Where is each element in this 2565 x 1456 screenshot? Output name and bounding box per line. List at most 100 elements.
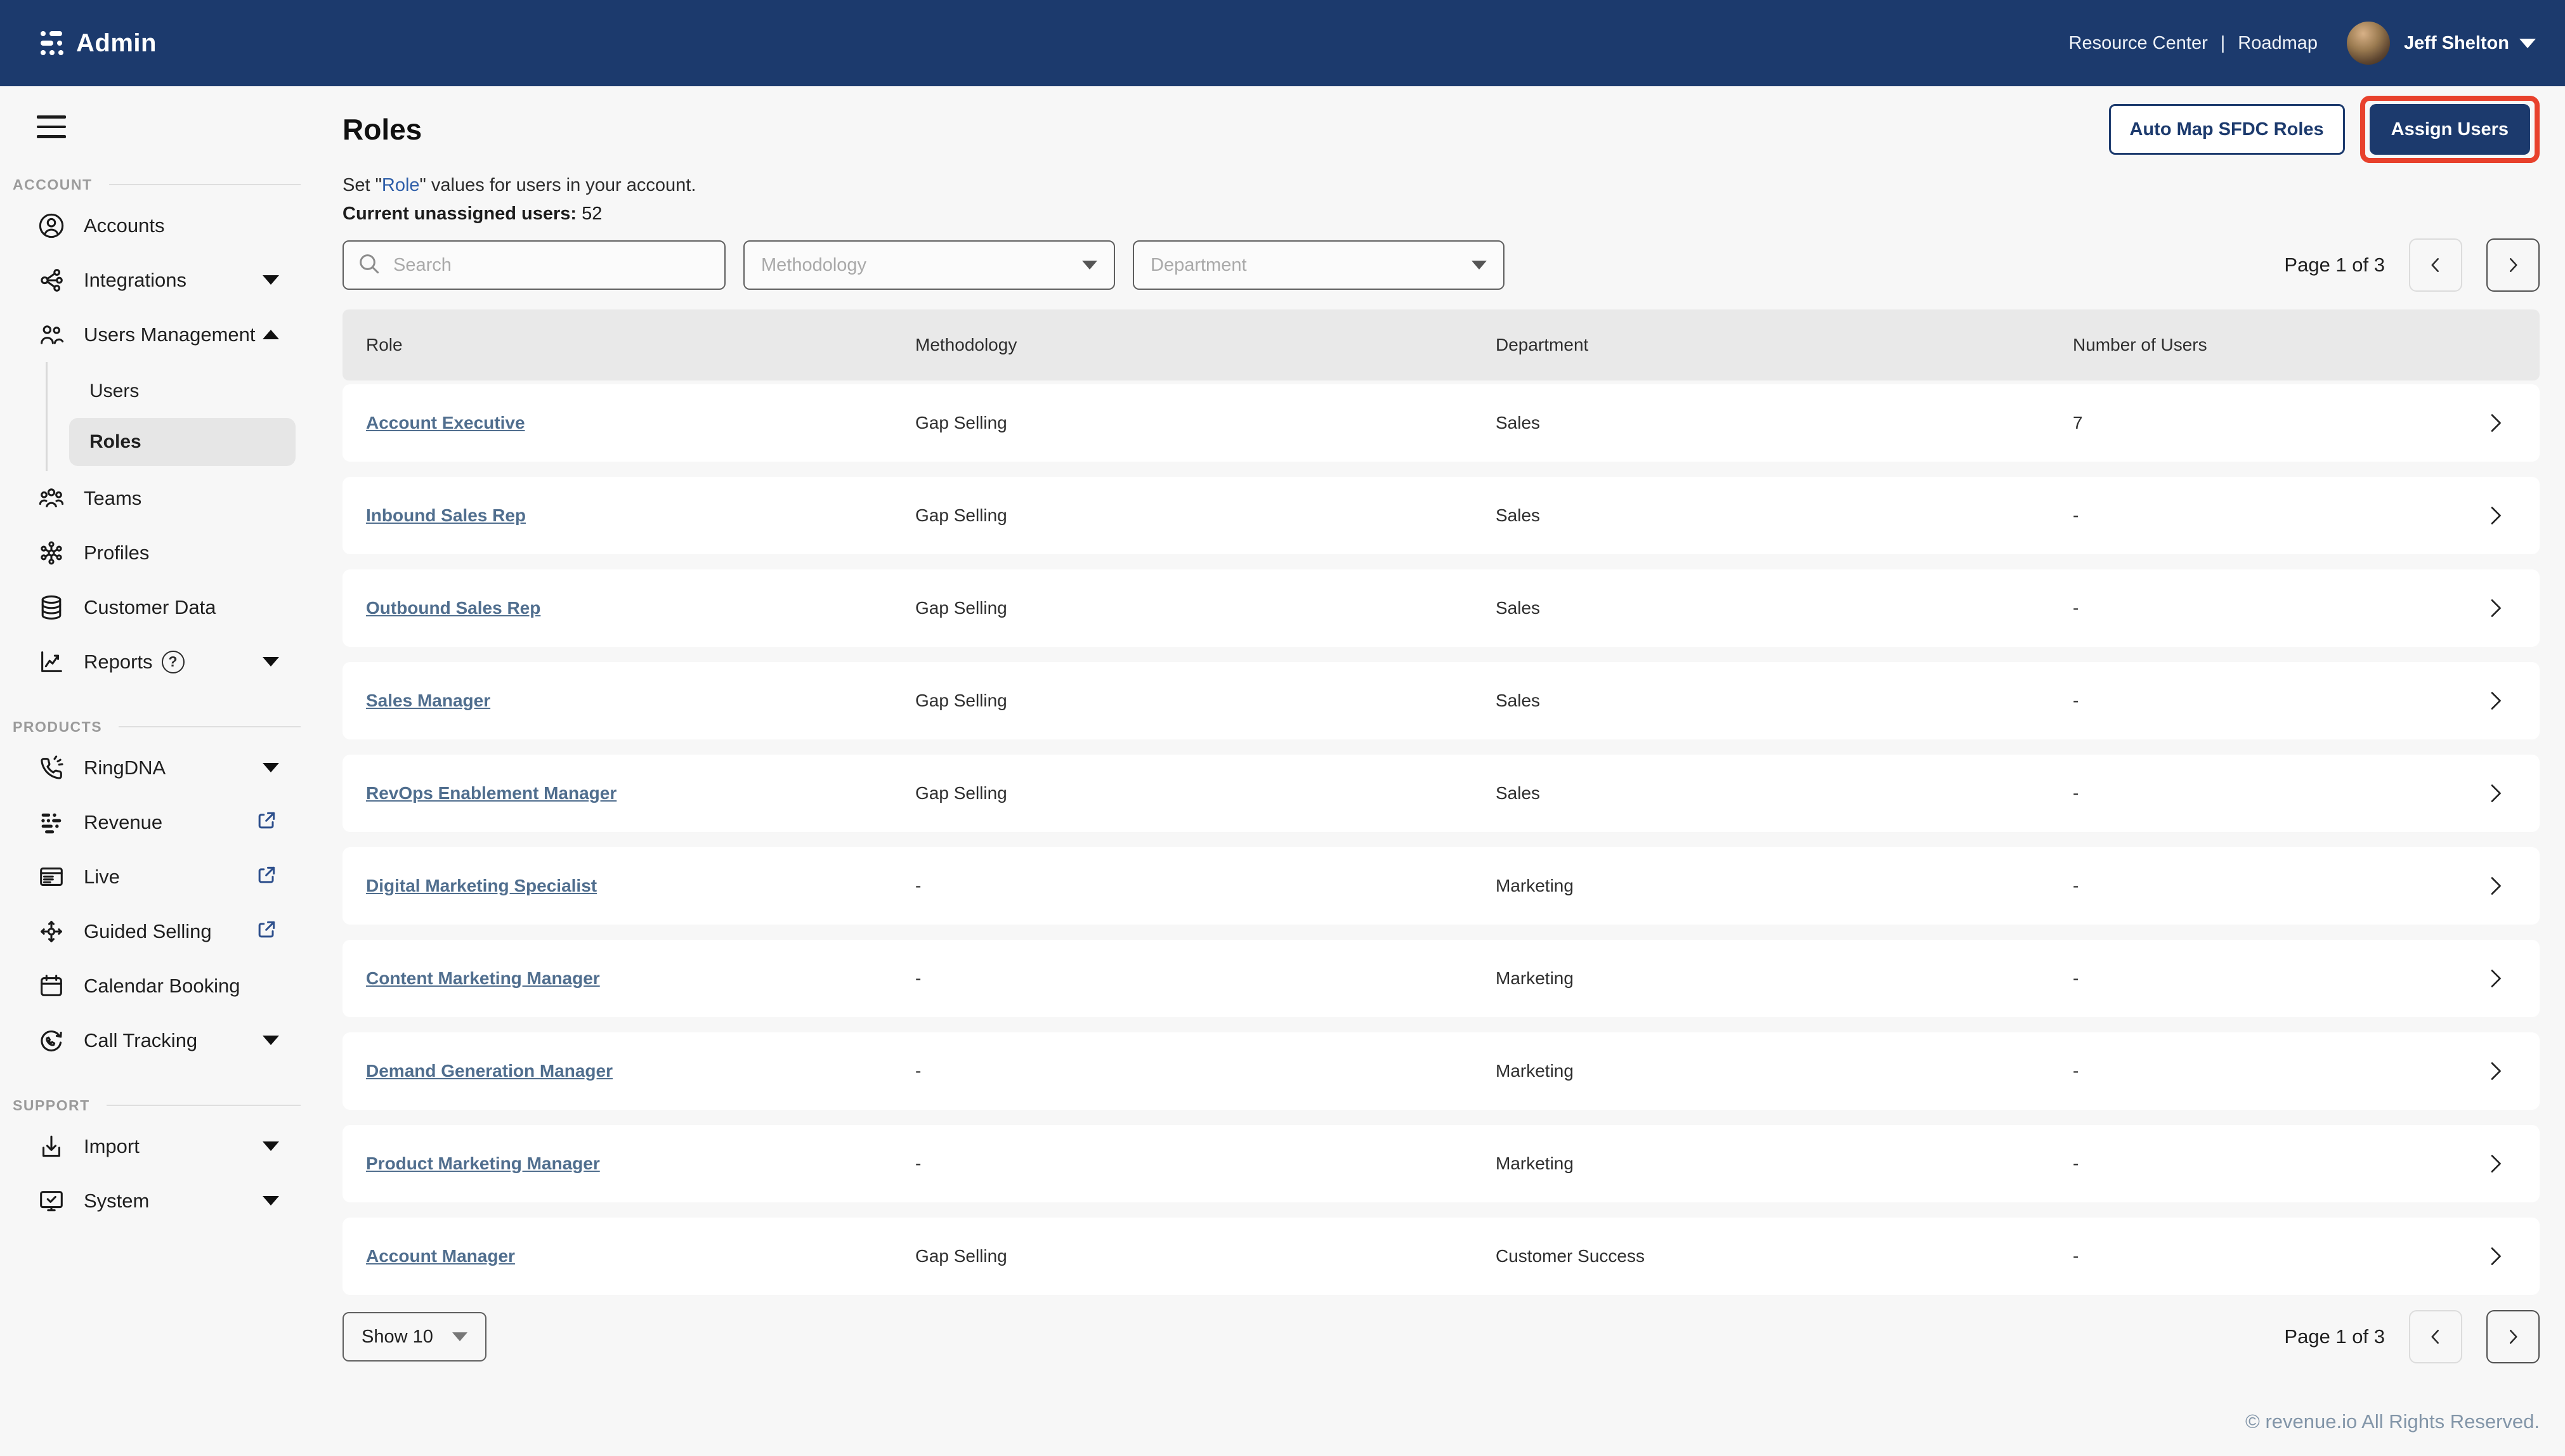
sidebar-item-calendar-booking[interactable]: Calendar Booking (0, 959, 304, 1013)
role-link[interactable]: Account Executive (366, 413, 525, 432)
table-row[interactable]: Product Marketing Manager - Marketing - (343, 1125, 2540, 1202)
live-icon (37, 862, 66, 892)
row-chevron-icon[interactable] (2438, 410, 2540, 436)
prev-page-button[interactable] (2409, 238, 2462, 292)
page-title: Roles (343, 112, 422, 146)
ringdna-icon (37, 753, 66, 783)
table-row[interactable]: Digital Marketing Specialist - Marketing… (343, 847, 2540, 925)
chevron-down-icon (263, 1036, 279, 1045)
role-help-link[interactable]: Role (382, 175, 420, 195)
row-chevron-icon[interactable] (2438, 595, 2540, 621)
sidebar-item-users[interactable]: Users (69, 367, 296, 415)
chevron-down-icon (263, 1196, 279, 1206)
main-content: Roles Auto Map SFDC Roles Assign Users S… (304, 86, 2565, 1456)
help-icon[interactable]: ? (162, 651, 185, 673)
table-row[interactable]: Sales Manager Gap Selling Sales - (343, 662, 2540, 739)
sidebar-item-ringdna[interactable]: RingDNA (0, 741, 304, 795)
resource-center-link[interactable]: Resource Center (2069, 33, 2208, 54)
avatar[interactable] (2347, 22, 2390, 65)
next-page-button[interactable] (2486, 238, 2540, 292)
row-chevron-icon[interactable] (2438, 1244, 2540, 1269)
page-size-dropdown[interactable]: Show 10 (343, 1312, 486, 1362)
column-methodology: Methodology (915, 335, 1496, 355)
sidebar-item-import[interactable]: Import (0, 1119, 304, 1174)
profiles-icon (37, 538, 66, 568)
role-link[interactable]: Demand Generation Manager (366, 1061, 613, 1081)
header-divider: | (2221, 33, 2226, 54)
search-input[interactable] (392, 254, 712, 276)
assign-users-button[interactable]: Assign Users (2370, 104, 2530, 155)
table-header: Role Methodology Department Number of Us… (343, 309, 2540, 380)
sidebar-item-integrations[interactable]: Integrations (0, 253, 304, 308)
table-row[interactable]: Demand Generation Manager - Marketing - (343, 1032, 2540, 1110)
integrations-icon (37, 266, 66, 295)
external-link-icon (254, 862, 279, 891)
hamburger-menu-icon[interactable] (37, 115, 66, 138)
prev-page-button[interactable] (2409, 1310, 2462, 1363)
teams-icon (37, 484, 66, 513)
section-products: PRODUCTS (13, 718, 304, 736)
role-link[interactable]: RevOps Enablement Manager (366, 783, 617, 803)
row-chevron-icon[interactable] (2438, 781, 2540, 806)
pagination-top: Page 1 of 3 (2284, 238, 2540, 292)
sidebar-item-call-tracking[interactable]: Call Tracking (0, 1013, 304, 1068)
sidebar-item-live[interactable]: Live (0, 850, 304, 904)
auto-map-sfdc-roles-button[interactable]: Auto Map SFDC Roles (2109, 104, 2345, 155)
role-link[interactable]: Inbound Sales Rep (366, 505, 526, 525)
sidebar-item-revenue[interactable]: Revenue (0, 795, 304, 850)
app-title: Admin (76, 29, 157, 58)
pagination-bottom: Page 1 of 3 (2284, 1310, 2540, 1363)
role-link[interactable]: Digital Marketing Specialist (366, 876, 597, 895)
sidebar-item-customer-data[interactable]: Customer Data (0, 580, 304, 635)
row-chevron-icon[interactable] (2438, 873, 2540, 899)
role-link[interactable]: Outbound Sales Rep (366, 598, 540, 618)
next-page-button[interactable] (2486, 1310, 2540, 1363)
section-account: ACCOUNT (13, 176, 304, 193)
accounts-icon (37, 211, 66, 240)
page-subtitle: Set "Role" values for users in your acco… (343, 175, 2540, 196)
call-tracking-icon (37, 1026, 66, 1055)
chevron-up-icon (263, 330, 279, 339)
external-link-icon (254, 808, 279, 836)
row-chevron-icon[interactable] (2438, 1151, 2540, 1176)
row-chevron-icon[interactable] (2438, 1058, 2540, 1084)
row-chevron-icon[interactable] (2438, 966, 2540, 991)
table-row[interactable]: RevOps Enablement Manager Gap Selling Sa… (343, 755, 2540, 832)
sidebar-item-profiles[interactable]: Profiles (0, 526, 304, 580)
copyright-text: © revenue.io All Rights Reserved. (343, 1410, 2540, 1433)
sidebar-item-users-management[interactable]: Users Management (0, 308, 304, 362)
role-link[interactable]: Product Marketing Manager (366, 1154, 600, 1173)
sidebar-item-teams[interactable]: Teams (0, 471, 304, 526)
table-row[interactable]: Inbound Sales Rep Gap Selling Sales - (343, 477, 2540, 554)
table-row[interactable]: Content Marketing Manager - Marketing - (343, 940, 2540, 1017)
sidebar-item-system[interactable]: System (0, 1174, 304, 1228)
column-department: Department (1496, 335, 2073, 355)
revenue-icon (37, 808, 66, 837)
import-icon (37, 1132, 66, 1161)
chevron-down-icon (263, 275, 279, 285)
page-indicator: Page 1 of 3 (2284, 1325, 2385, 1348)
sidebar-item-roles[interactable]: Roles (69, 418, 296, 466)
role-link[interactable]: Content Marketing Manager (366, 968, 600, 988)
table-row[interactable]: Account Executive Gap Selling Sales 7 (343, 384, 2540, 462)
guided-selling-icon (37, 917, 66, 946)
table-row[interactable]: Outbound Sales Rep Gap Selling Sales - (343, 569, 2540, 647)
department-dropdown[interactable]: Department (1133, 240, 1504, 290)
roadmap-link[interactable]: Roadmap (2238, 33, 2318, 54)
user-menu[interactable]: Jeff Shelton (2404, 33, 2509, 54)
row-chevron-icon[interactable] (2438, 688, 2540, 713)
sidebar-item-accounts[interactable]: Accounts (0, 198, 304, 253)
page-indicator: Page 1 of 3 (2284, 254, 2385, 276)
revenue-io-logo-icon (41, 31, 63, 55)
brand: Admin (41, 29, 157, 58)
role-link[interactable]: Sales Manager (366, 691, 490, 710)
sidebar-item-guided-selling[interactable]: Guided Selling (0, 904, 304, 959)
methodology-dropdown[interactable]: Methodology (743, 240, 1115, 290)
row-chevron-icon[interactable] (2438, 503, 2540, 528)
role-link[interactable]: Account Manager (366, 1246, 515, 1266)
user-menu-caret-icon[interactable] (2519, 39, 2536, 48)
dropdown-arrow-icon (1472, 261, 1487, 270)
column-role: Role (343, 335, 915, 355)
sidebar-item-reports[interactable]: Reports ? (0, 635, 304, 689)
table-row[interactable]: Account Manager Gap Selling Customer Suc… (343, 1218, 2540, 1295)
